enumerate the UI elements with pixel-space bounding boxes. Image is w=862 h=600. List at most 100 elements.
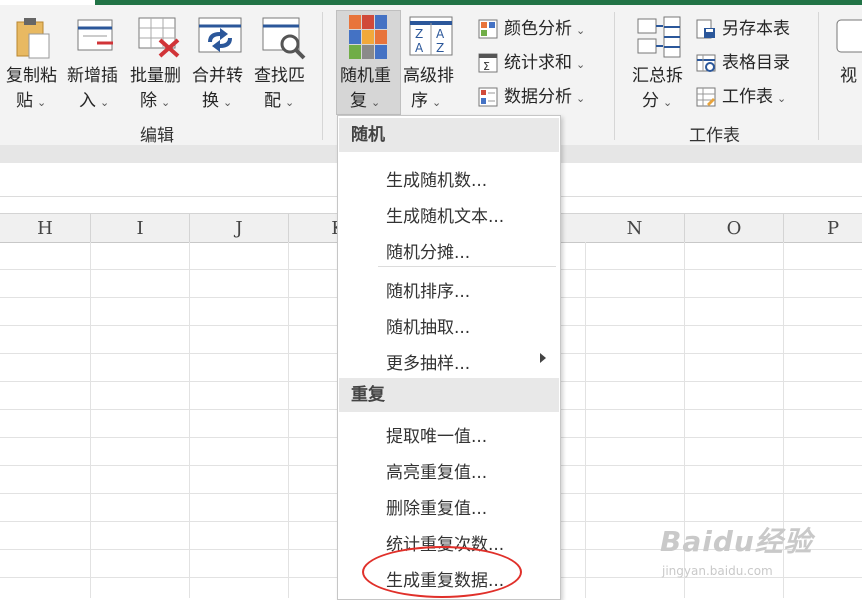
menu-section-header-repeat: 重复 bbox=[339, 378, 559, 412]
insert-label: 新增插 bbox=[67, 66, 118, 86]
column-header-p[interactable]: P bbox=[784, 214, 862, 242]
svg-text:Z: Z bbox=[436, 41, 444, 55]
merge-convert-label: 合并转 bbox=[192, 66, 243, 86]
paste-label-2: 贴 bbox=[16, 91, 33, 111]
color-analysis-button[interactable]: 颜色分析 ⌄ bbox=[478, 14, 585, 39]
chevron-down-icon: ⌄ bbox=[161, 96, 171, 109]
data-analysis-icon bbox=[478, 87, 498, 107]
ribbon-divider bbox=[322, 12, 323, 140]
find-match-icon bbox=[262, 17, 306, 60]
summary-split-label-2: 分 bbox=[642, 91, 659, 111]
menu-item-generate-random-number[interactable]: 生成随机数... bbox=[386, 166, 487, 191]
merge-convert-button[interactable]: 合并转 换 ⌄ bbox=[190, 10, 252, 113]
paste-label: 复制粘 bbox=[6, 66, 57, 86]
summary-split-button[interactable]: 汇总拆 分 ⌄ bbox=[626, 10, 692, 113]
chevron-down-icon: ⌄ bbox=[223, 96, 233, 109]
menu-section-header-random: 随机 bbox=[339, 118, 559, 152]
menu-item-random-sort[interactable]: 随机排序... bbox=[386, 277, 470, 302]
menu-item-extract-unique[interactable]: 提取唯一值... bbox=[386, 422, 487, 447]
find-match-label-2: 配 bbox=[264, 91, 281, 111]
menu-item-delete-duplicates[interactable]: 删除重复值... bbox=[386, 494, 487, 519]
menu-section-title: 重复 bbox=[351, 385, 385, 405]
batch-delete-label-2: 除 bbox=[140, 91, 157, 111]
view-button[interactable]: 视 bbox=[832, 10, 862, 113]
table-directory-button[interactable]: 表格目录 bbox=[696, 48, 790, 73]
svg-text:A: A bbox=[436, 27, 445, 41]
color-analysis-label: 颜色分析 bbox=[504, 19, 572, 39]
grid-col-line bbox=[288, 242, 289, 598]
statistics-sum-icon: Σ bbox=[478, 53, 498, 73]
worksheet-label: 工作表 bbox=[722, 87, 773, 107]
find-match-label: 查找匹 bbox=[254, 66, 305, 86]
insert-label-2: 入 bbox=[79, 91, 96, 111]
table-directory-label: 表格目录 bbox=[722, 53, 790, 73]
paste-button[interactable]: 复制粘 贴 ⌄ bbox=[2, 10, 64, 113]
paste-icon bbox=[16, 18, 50, 59]
summary-split-label: 汇总拆 bbox=[632, 66, 683, 86]
insert-button[interactable]: 新增插 入 ⌄ bbox=[65, 10, 127, 113]
view-label: 视 bbox=[840, 66, 857, 86]
column-header-o[interactable]: O bbox=[685, 214, 784, 242]
watermark-url: jingyan.baidu.com bbox=[662, 564, 773, 578]
merge-convert-icon bbox=[198, 17, 242, 53]
summary-split-icon bbox=[637, 16, 681, 58]
chevron-down-icon: ⌄ bbox=[576, 58, 586, 71]
random-repeat-button[interactable]: 随机重 复 ⌄ bbox=[337, 10, 399, 113]
svg-text:Z: Z bbox=[415, 27, 423, 41]
menu-item-highlight-duplicates[interactable]: 高亮重复值... bbox=[386, 458, 487, 483]
save-sheet-button[interactable]: 另存本表 bbox=[696, 14, 790, 39]
merge-convert-label-2: 换 bbox=[202, 91, 219, 111]
ribbon-divider bbox=[818, 12, 819, 140]
column-header-i[interactable]: I bbox=[91, 214, 190, 242]
watermark: Baidu经验 jingyan.baidu.com bbox=[660, 520, 813, 578]
menu-item-more-sampling[interactable]: 更多抽样... bbox=[386, 349, 470, 374]
menu-separator bbox=[378, 266, 556, 267]
chevron-down-icon: ⌄ bbox=[100, 96, 110, 109]
statistics-sum-button[interactable]: Σ 统计求和 ⌄ bbox=[478, 48, 585, 73]
statistics-sum-label: 统计求和 bbox=[504, 53, 572, 73]
worksheet-group-label: 工作表 bbox=[689, 126, 740, 146]
advanced-sort-button[interactable]: Z A A Z 高级排 序 ⌄ bbox=[401, 10, 463, 113]
submenu-arrow-icon bbox=[540, 353, 546, 363]
batch-delete-button[interactable]: 批量删 除 ⌄ bbox=[128, 10, 190, 113]
delete-icon bbox=[138, 17, 180, 58]
chevron-down-icon: ⌄ bbox=[371, 96, 381, 109]
column-header-h[interactable]: H bbox=[0, 214, 91, 242]
chevron-down-icon: ⌄ bbox=[37, 96, 47, 109]
highlight-circle bbox=[362, 546, 522, 598]
grid-col-line bbox=[90, 242, 91, 598]
chevron-down-icon: ⌄ bbox=[576, 92, 586, 105]
random-repeat-icon bbox=[349, 15, 387, 59]
random-repeat-menu: 随机 生成随机数... 生成随机文本... 随机分摊... 随机排序... 随机… bbox=[337, 115, 561, 600]
advanced-sort-label-2: 序 bbox=[411, 91, 428, 111]
chevron-down-icon: ⌄ bbox=[777, 92, 787, 105]
menu-item-random-allocation[interactable]: 随机分摊... bbox=[386, 238, 470, 263]
menu-item-random-extract[interactable]: 随机抽取... bbox=[386, 313, 470, 338]
view-icon bbox=[836, 19, 862, 53]
sort-az-icon: Z A A Z bbox=[409, 16, 453, 56]
worksheet-button[interactable]: 工作表 ⌄ bbox=[696, 82, 786, 107]
ribbon-divider bbox=[614, 12, 615, 140]
data-analysis-label: 数据分析 bbox=[504, 87, 572, 107]
svg-text:Σ: Σ bbox=[483, 60, 490, 73]
edit-group-label: 编辑 bbox=[140, 126, 174, 146]
chevron-down-icon: ⌄ bbox=[432, 96, 442, 109]
random-repeat-label: 随机重 bbox=[340, 66, 391, 86]
chevron-down-icon: ⌄ bbox=[663, 96, 673, 109]
chevron-down-icon: ⌄ bbox=[285, 96, 295, 109]
data-analysis-button[interactable]: 数据分析 ⌄ bbox=[478, 82, 585, 107]
watermark-brand: Baidu经验 bbox=[660, 525, 813, 558]
menu-item-generate-random-text[interactable]: 生成随机文本... bbox=[386, 202, 504, 227]
grid-col-line bbox=[189, 242, 190, 598]
menu-section-title: 随机 bbox=[351, 125, 385, 145]
column-header-j[interactable]: J bbox=[190, 214, 289, 242]
batch-delete-label: 批量删 bbox=[130, 66, 181, 86]
find-match-button[interactable]: 查找匹 配 ⌄ bbox=[252, 10, 314, 113]
save-sheet-label: 另存本表 bbox=[722, 19, 790, 39]
insert-icon bbox=[77, 19, 113, 51]
random-repeat-label-2: 复 bbox=[350, 91, 367, 111]
column-header-n[interactable]: N bbox=[585, 214, 685, 242]
grid-col-line bbox=[585, 242, 586, 598]
table-directory-icon bbox=[696, 54, 716, 72]
chevron-down-icon: ⌄ bbox=[576, 24, 586, 37]
